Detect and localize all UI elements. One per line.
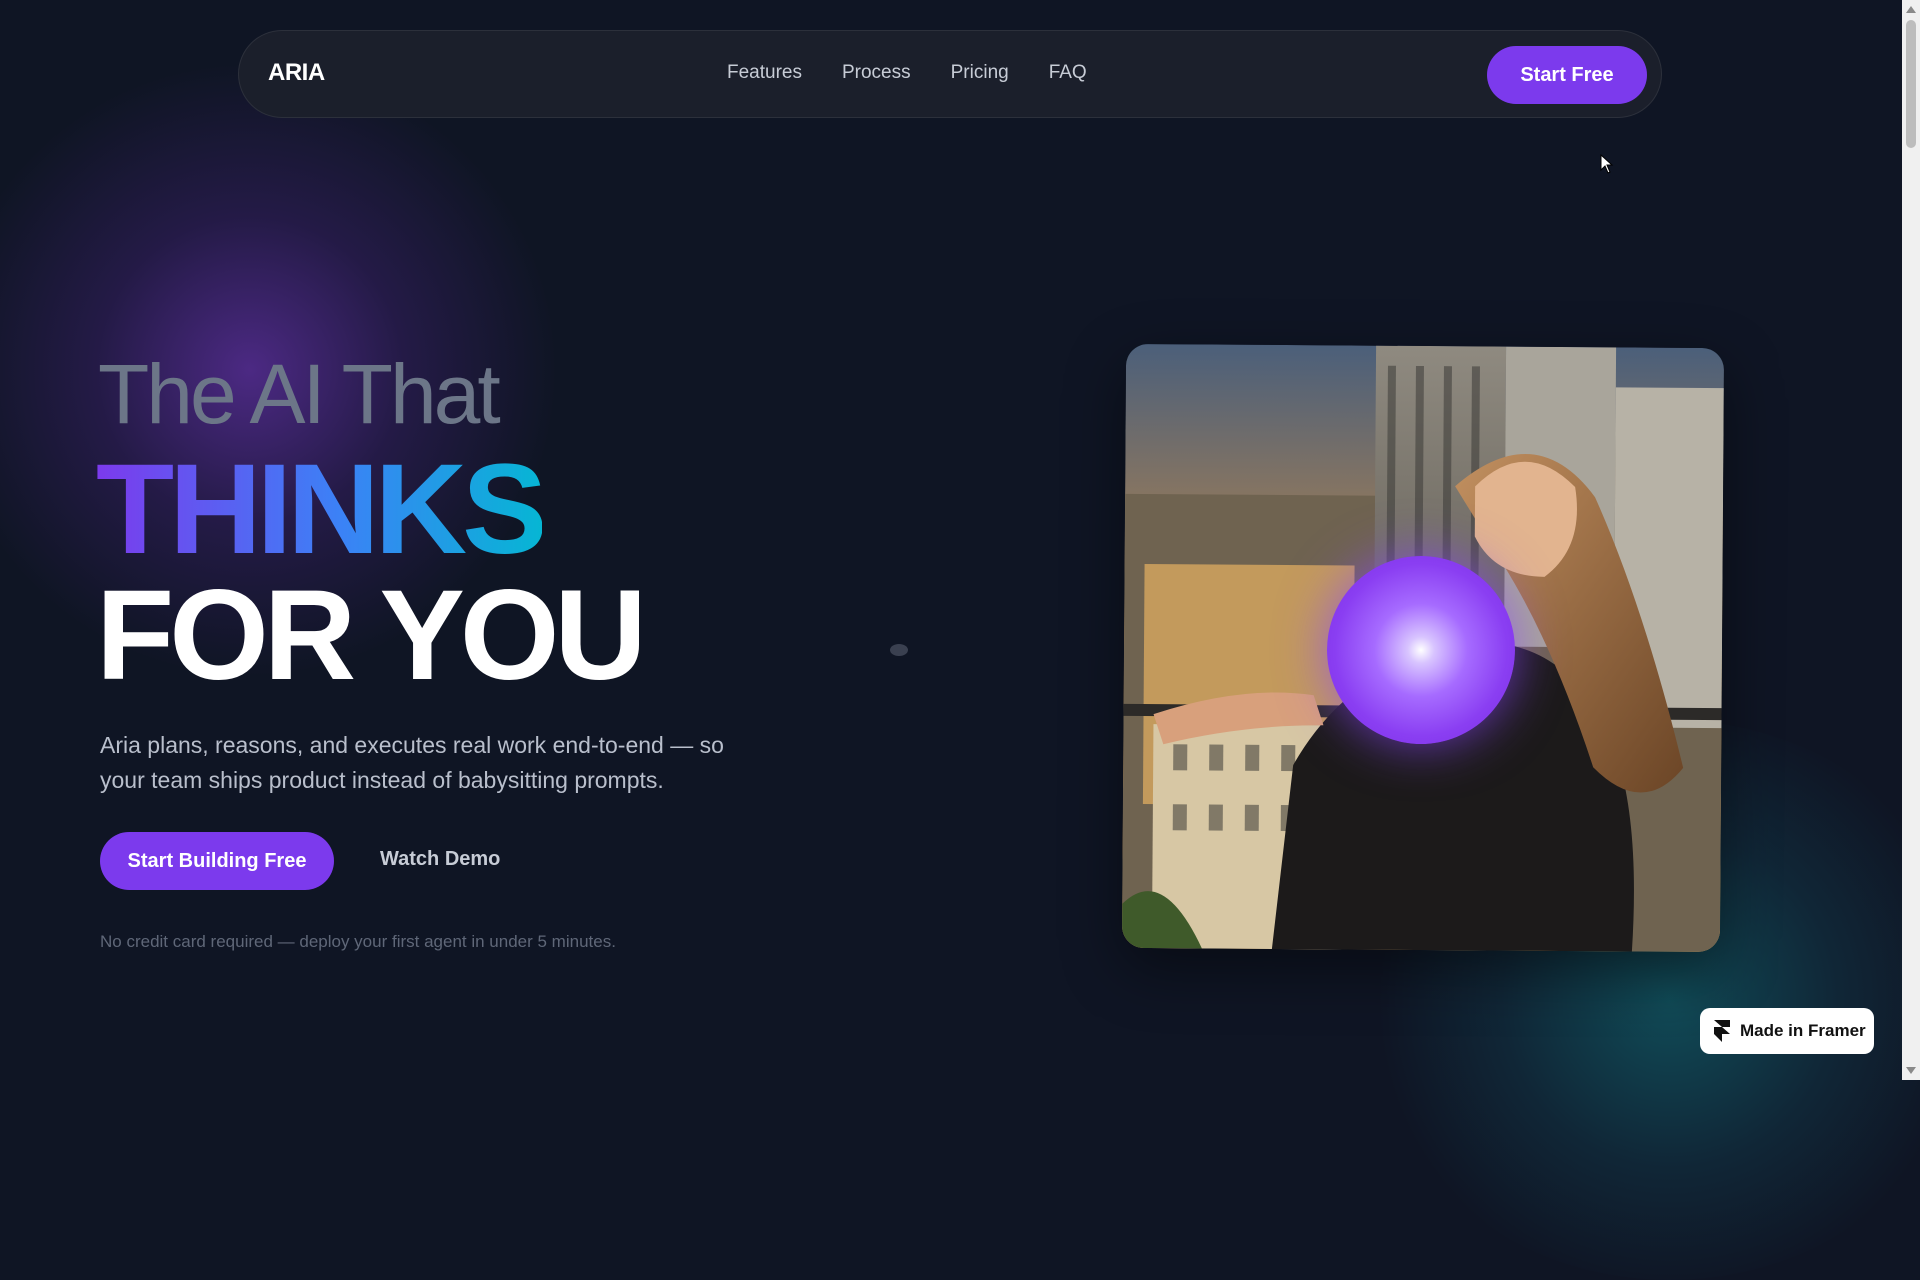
nav-link-process[interactable]: Process (842, 62, 911, 84)
decorative-dot (890, 644, 908, 656)
hero-subtitle: Aria plans, reasons, and executes real w… (100, 732, 724, 793)
start-building-free-button[interactable]: Start Building Free (100, 832, 334, 890)
nav-link-faq[interactable]: FAQ (1049, 62, 1087, 84)
badge-label: Made in Framer (1740, 1021, 1866, 1040)
hero-footnote: No credit card required — deploy your fi… (100, 932, 616, 951)
watch-demo-button[interactable]: Watch Demo (380, 848, 500, 871)
hero-heading-line-1: The AI That (98, 347, 501, 441)
nav-links: Features Process Pricing FAQ (727, 62, 1087, 84)
glowing-orb (1327, 556, 1515, 744)
scroll-down-arrow-icon[interactable] (1906, 1067, 1916, 1074)
start-free-button[interactable]: Start Free (1487, 46, 1647, 104)
nav-link-pricing[interactable]: Pricing (951, 62, 1009, 84)
made-in-framer-badge[interactable]: Made in Framer (1700, 1008, 1874, 1054)
nav-link-features[interactable]: Features (727, 62, 802, 84)
hero-heading-gradient-word: THINKS (96, 438, 547, 581)
page-scrollbar[interactable] (1902, 0, 1920, 1080)
hero-heading-line-3: FOR YOU (96, 564, 647, 707)
mouse-cursor-icon (1600, 154, 1614, 174)
scroll-up-arrow-icon[interactable] (1906, 6, 1916, 13)
top-navigation: ARIA Features Process Pricing FAQ Start … (238, 30, 1662, 118)
framer-icon (1714, 1020, 1730, 1042)
brand-logo[interactable]: ARIA (268, 59, 325, 87)
scrollbar-thumb[interactable] (1906, 20, 1916, 148)
